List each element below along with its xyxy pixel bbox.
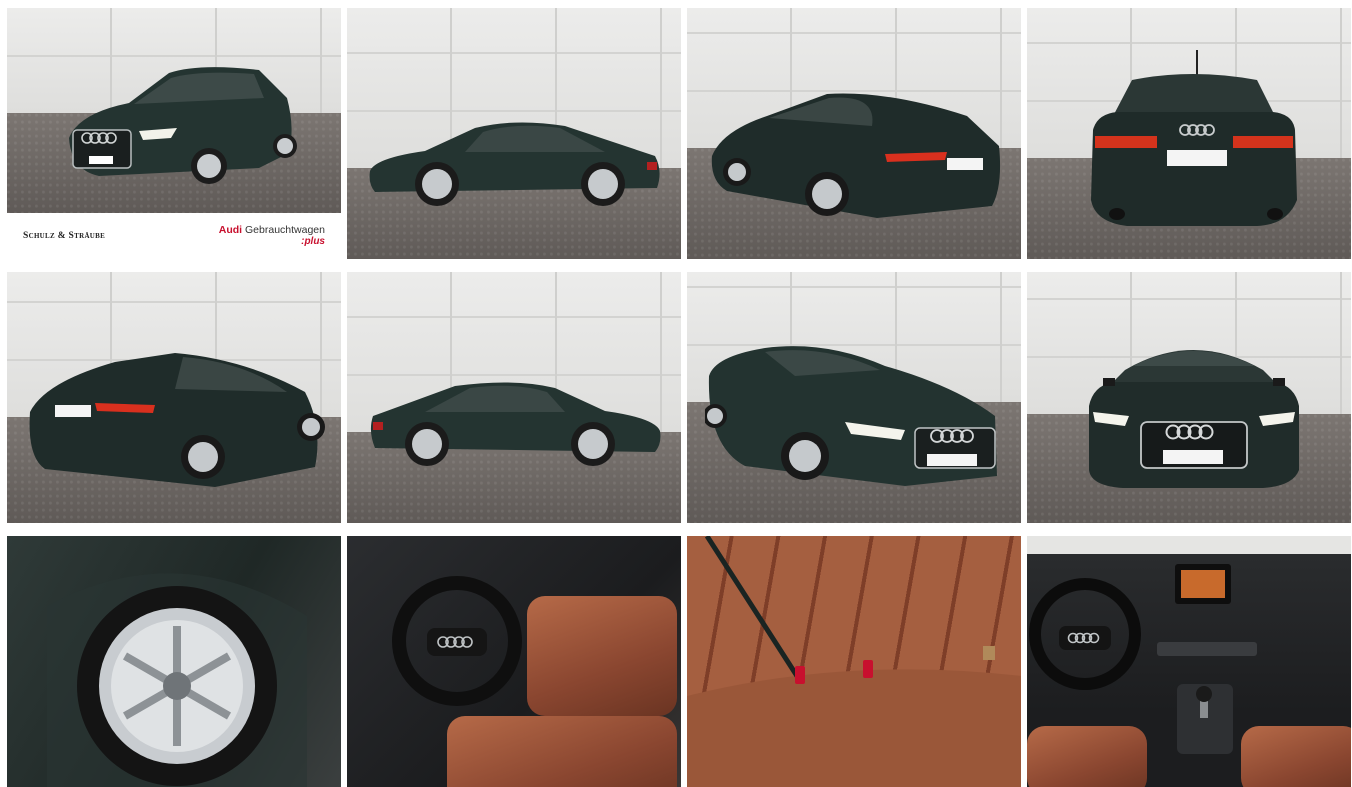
car-image — [365, 116, 665, 216]
photo-gallery: Schulz & Sträube Audi Gebrauchtwagen :pl… — [7, 8, 1351, 787]
car-image — [365, 376, 665, 476]
photo-front-three-quarter[interactable]: Schulz & Sträube Audi Gebrauchtwagen :pl… — [7, 8, 341, 259]
steering-wheel-image — [387, 566, 527, 716]
audi-gebrauchtwagen-logo: Audi Gebrauchtwagen :plus — [218, 224, 325, 248]
photo-rear-three-quarter-left[interactable] — [687, 8, 1021, 259]
dealer-logo: Schulz & Sträube — [23, 231, 106, 241]
photo-front[interactable] — [1027, 272, 1351, 523]
photo-rear-seats[interactable] — [687, 536, 1021, 787]
car-image — [707, 86, 1007, 226]
car-image — [59, 58, 299, 193]
photo-dashboard[interactable] — [1027, 536, 1351, 787]
dealer-branding-bar: Schulz & Sträube Audi Gebrauchtwagen :pl… — [7, 213, 341, 259]
photo-interior-driver[interactable] — [347, 536, 681, 787]
photo-front-three-quarter-right[interactable] — [687, 272, 1021, 523]
photo-wheel-detail[interactable] — [7, 536, 341, 787]
seats-image — [687, 536, 1021, 787]
photo-rear[interactable] — [1027, 8, 1351, 259]
car-image — [705, 336, 1005, 496]
photo-side-right[interactable] — [347, 272, 681, 523]
car-image — [1087, 50, 1301, 232]
dashboard-image — [1027, 554, 1351, 787]
wheel-image — [47, 566, 307, 787]
photo-rear-three-quarter-right[interactable] — [7, 272, 341, 523]
car-image — [1083, 330, 1305, 490]
photo-side-left[interactable] — [347, 8, 681, 259]
car-image — [25, 347, 325, 497]
